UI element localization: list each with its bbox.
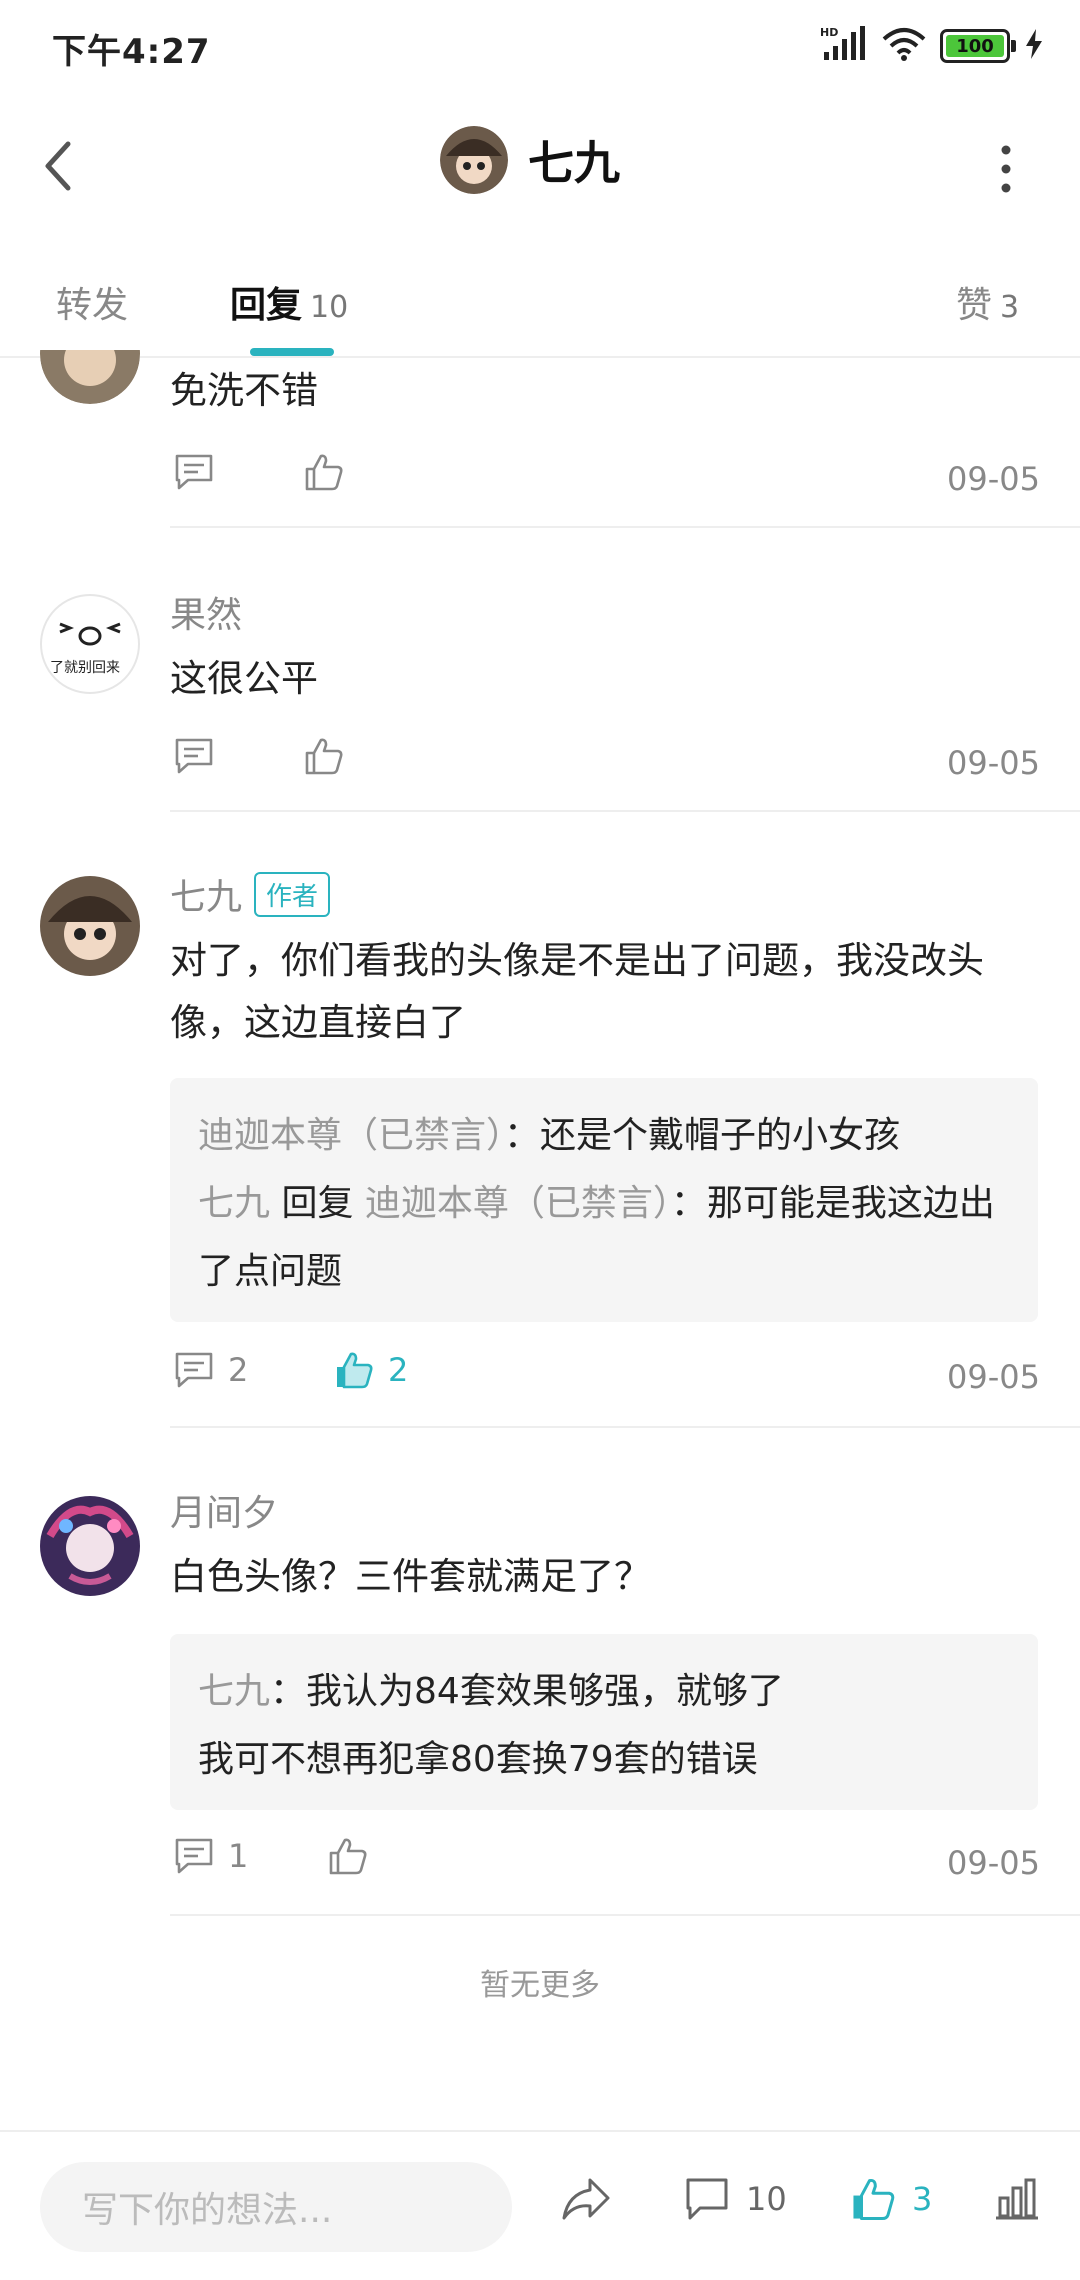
reply-text: ：还是个戴帽子的小女孩 [504,1115,901,1156]
avatar[interactable]: 了就别回来 [40,594,140,694]
bottom-like-count: 3 [912,2180,933,2218]
tab-replies[interactable]: 回复 10 [230,276,348,328]
bar-chart-icon [996,2178,1038,2220]
more-vertical-icon [1001,145,1011,193]
reply-preview[interactable]: 七九：我认为84套效果够强，就够了 我可不想再犯拿80套换79套的错误 [170,1634,1038,1810]
header-user[interactable]: 七九 [440,126,620,194]
like-count: 2 [388,1351,409,1389]
comment-actions: 09-05 [170,452,1040,512]
chevron-left-icon [45,141,71,191]
back-button[interactable] [40,136,80,196]
wifi-icon [882,27,926,65]
comment-text: 白色头像？三件套就满足了？ [170,1555,651,1598]
status-time: 下午4:27 [52,32,211,72]
reply-text: ：我认为84套效果够强，就够了 [270,1671,784,1712]
reply-target[interactable]: 迪迦本尊（已禁言） [365,1183,671,1224]
status-bar: 下午4:27 HD 100 [0,0,1080,96]
share-icon [562,2178,610,2220]
comment-icon [175,1838,213,1874]
avatar[interactable] [40,1496,140,1596]
comment-date: 09-05 [947,1844,1040,1882]
comment-icon [175,1352,213,1388]
reply-button[interactable]: 2 [174,1350,248,1390]
battery-icon: 100 [940,29,1016,63]
reply-preview[interactable]: 迪迦本尊（已禁言）：还是个戴帽子的小女孩 七九 回复 迪迦本尊（已禁言）：那可能… [170,1078,1038,1322]
bottom-like-button[interactable]: 3 [850,2176,932,2222]
thumbs-up-filled-icon [337,1352,373,1389]
tab-forward[interactable]: 转发 [56,276,128,328]
comment-author[interactable]: 七九 作者 [170,868,331,920]
author-name: 七九 [170,877,243,918]
page-title: 七九 [528,136,620,190]
tab-replies-count: 10 [310,290,349,325]
like-button[interactable]: 2 [334,1350,408,1390]
avatar[interactable] [40,350,140,404]
like-button[interactable] [304,736,344,776]
reply-button[interactable] [174,736,214,776]
reply-button[interactable]: 1 [174,1836,248,1876]
top-header: 七九 [0,96,1080,236]
avatar[interactable] [40,876,140,976]
thumbs-up-icon [305,738,343,775]
comment-bubble-icon [686,2178,728,2220]
divider [170,526,1080,528]
signal-icon: HD [820,26,868,66]
like-button[interactable] [328,1836,368,1876]
comment-input[interactable]: 写下你的想法... [40,2162,512,2252]
reply-button[interactable] [174,452,214,492]
no-more-text: 暂无更多 [480,1968,600,2003]
comment-actions: 09-05 [170,736,1040,796]
reply-line: 迪迦本尊（已禁言）：还是个戴帽子的小女孩 [198,1102,1010,1170]
status-icons: HD 100 [820,26,1044,66]
reply-author[interactable]: 七九 [198,1671,270,1712]
comment-text: 这很公平 [170,657,318,700]
comment-author[interactable]: 月间夕 [170,1484,278,1536]
divider [170,810,1080,812]
divider [170,1914,1080,1916]
share-button[interactable] [560,2176,612,2222]
thumbs-up-icon [305,454,343,491]
reply-line: 七九 回复 迪迦本尊（已禁言）：那可能是我这边出了点问题 [198,1170,1010,1306]
comment-icon [175,454,213,490]
comment-author[interactable]: 果然 [170,586,242,638]
reply-line: 七九：我认为84套效果够强，就够了 [198,1658,1010,1726]
svg-text:HD: HD [820,26,838,39]
bottom-action-bar: 写下你的想法... 10 3 [0,2130,1080,2280]
comment-text: 对了，你们看我的头像是不是出了问题，我没改头像，这边直接白了 [170,939,984,1044]
comment-icon [175,738,213,774]
reply-count: 2 [228,1351,249,1389]
reply-author[interactable]: 七九 [198,1183,270,1224]
battery-level: 100 [946,35,1004,57]
comment-date: 09-05 [947,460,1040,498]
more-button[interactable] [998,144,1014,194]
reply-verb: 回复 [270,1183,365,1224]
tab-likes-label: 赞 [956,285,993,326]
svg-text:了就别回来: 了就别回来 [50,660,120,676]
tab-likes[interactable]: 赞3 [956,276,1019,328]
bottom-comment-button[interactable]: 10 [684,2176,787,2222]
reply-count: 1 [228,1837,249,1875]
comment-actions: 1 09-05 [170,1836,1040,1896]
tab-forward-label: 转发 [56,285,129,326]
charging-icon [1024,29,1044,63]
bottom-comment-count: 10 [746,2180,787,2218]
tab-bar: 转发 回复 10 赞3 [0,270,1080,358]
comment-actions: 2 2 09-05 [170,1350,1040,1410]
header-avatar[interactable] [440,126,508,194]
like-button[interactable] [304,452,344,492]
comment-input-placeholder: 写下你的想法... [82,2190,333,2231]
comment-date: 09-05 [947,744,1040,782]
author-badge: 作者 [254,872,331,917]
tab-replies-label: 回复 [230,285,303,326]
tab-likes-count: 3 [1000,290,1020,325]
thumbs-up-icon [329,1838,367,1875]
divider [170,1426,1080,1428]
thumbs-up-filled-icon [853,2178,895,2221]
reply-line: 我可不想再犯拿80套换79套的错误 [198,1739,758,1780]
tab-indicator [250,348,334,356]
comment-text: 免洗不错 [170,369,318,412]
stats-button[interactable] [994,2176,1040,2222]
reply-author[interactable]: 迪迦本尊（已禁言） [198,1115,504,1156]
comment-date: 09-05 [947,1358,1040,1396]
